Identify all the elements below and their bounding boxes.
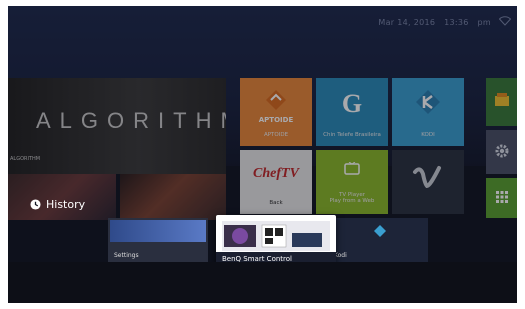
recent-app-kodi[interactable]: Kodi — [328, 218, 428, 262]
recent-app-label: Settings — [114, 252, 139, 259]
kodi-logo-icon — [374, 225, 386, 237]
recent-app-benq-focused[interactable]: BenQ Smart Control — [216, 215, 336, 267]
recent-app-settings[interactable]: Settings — [108, 218, 208, 262]
history-label: History — [46, 198, 86, 211]
history-heading: History — [30, 198, 85, 211]
benq-preview-graphic — [224, 224, 322, 248]
bottom-area — [8, 262, 517, 303]
clock-icon — [30, 199, 41, 210]
recent-app-preview — [110, 220, 206, 242]
recent-app-preview — [222, 221, 330, 251]
tv-launcher-screen: Mar 14, 2016 13:36 pm ALGORITHM ALGORITH… — [8, 6, 517, 303]
